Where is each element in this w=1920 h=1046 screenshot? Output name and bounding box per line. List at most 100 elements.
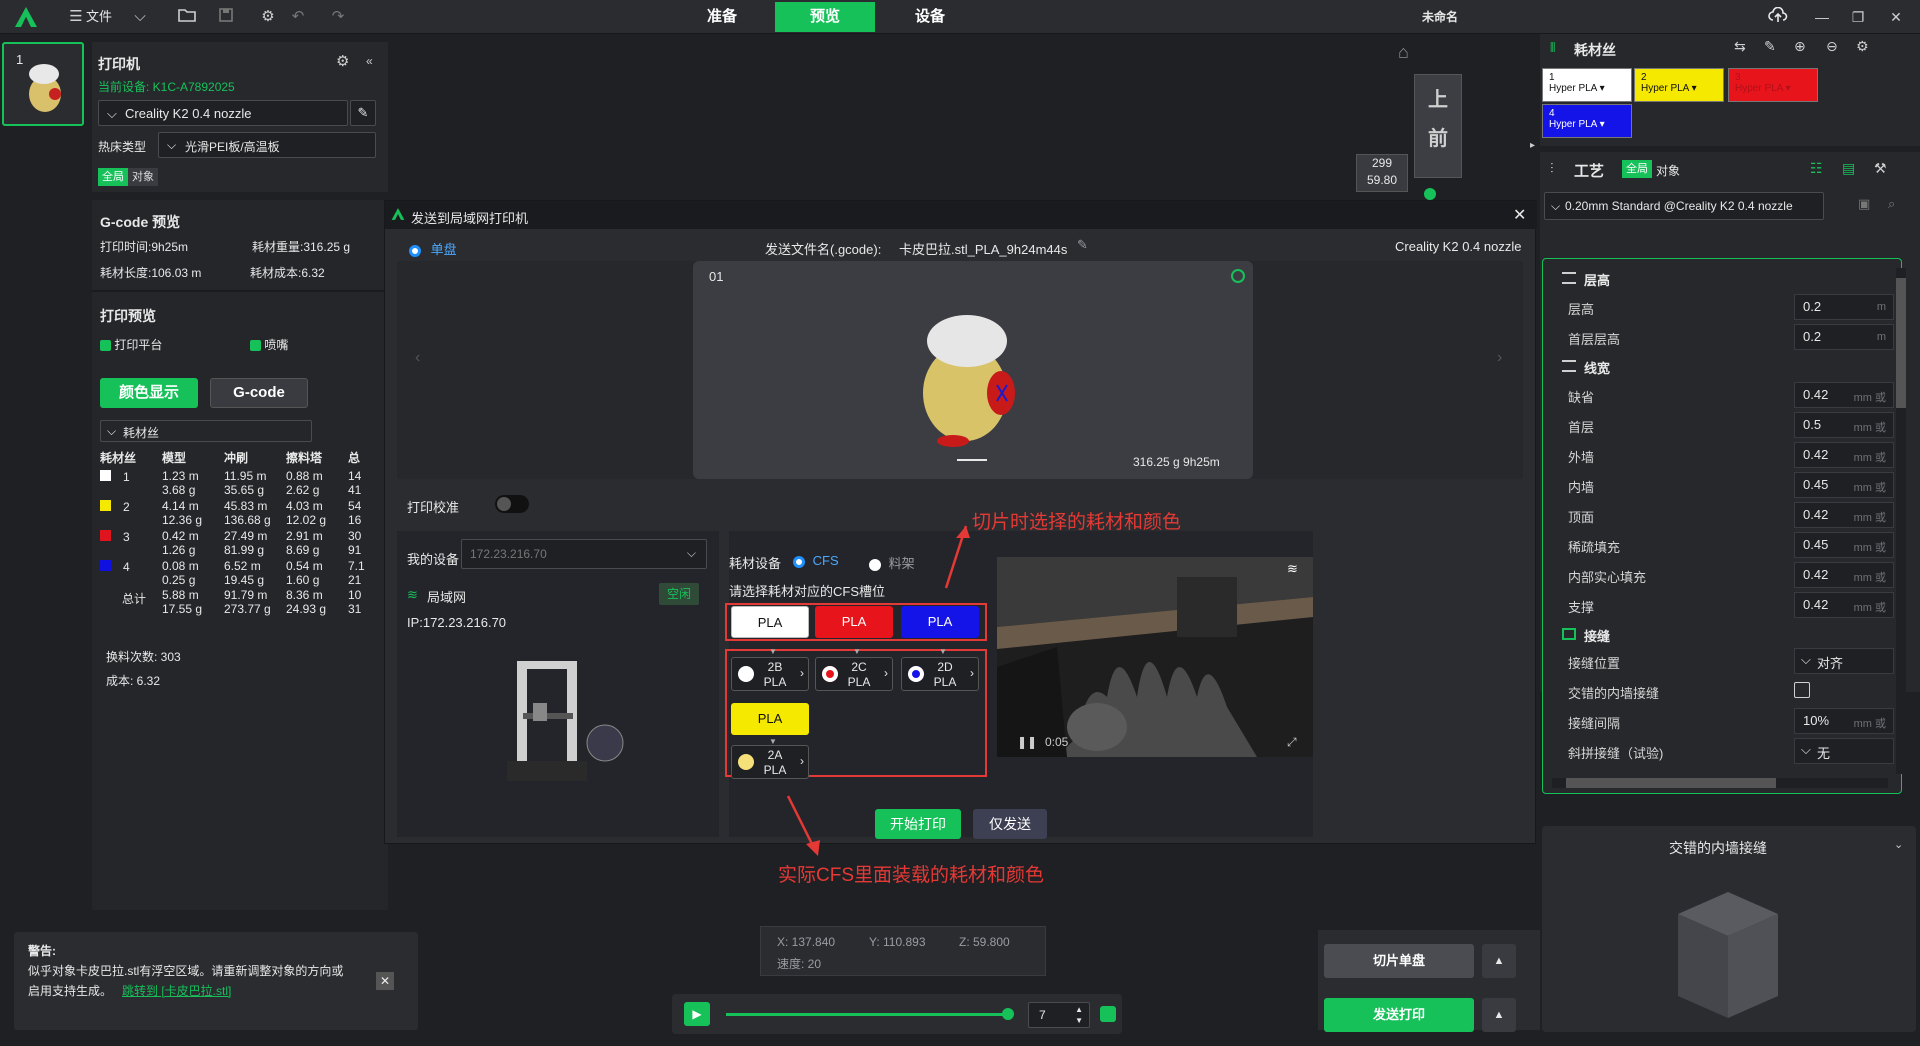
prev-plate-icon[interactable]: ‹ xyxy=(415,349,420,367)
collapse-icon[interactable]: « xyxy=(366,54,373,68)
send-options-icon[interactable]: ▲ xyxy=(1482,998,1516,1032)
camera-feed[interactable]: ❚❚ 0:05 ⤢ ≋ xyxy=(997,557,1313,757)
plate-card[interactable]: 01 316.25 g 9h25m xyxy=(693,261,1253,479)
layer-slider-handle[interactable] xyxy=(1424,188,1436,200)
add-filament-icon[interactable]: ⊕ xyxy=(1794,38,1806,55)
printer-model-select[interactable]: ⌵ Creality K2 0.4 nozzle xyxy=(98,100,348,126)
filament-settings-icon[interactable]: ⚙ xyxy=(1856,38,1869,55)
gear-icon[interactable]: ⚙ xyxy=(258,7,278,27)
setting-first-layer-height[interactable]: 首层层高 0.2 m xyxy=(1554,322,1900,352)
search-icon[interactable]: ⌕ xyxy=(1888,196,1895,212)
gcode-view-button[interactable]: G-code xyxy=(210,378,308,408)
slice-plate-button[interactable]: 切片单盘 xyxy=(1324,944,1474,978)
color-brush-icon[interactable]: ✎ xyxy=(1764,38,1776,55)
warning-close-icon[interactable]: ✕ xyxy=(376,972,394,990)
advanced-icon[interactable]: ⚒ xyxy=(1874,160,1887,177)
remove-filament-icon[interactable]: ⊖ xyxy=(1826,38,1838,55)
slice-options-icon[interactable]: ▲ xyxy=(1482,944,1516,978)
jump-to-object-link[interactable]: 跳转到 [卡皮巴拉.stl] xyxy=(122,982,231,999)
file-menu[interactable]: 文件 xyxy=(86,6,112,28)
redo-icon[interactable]: ↷ xyxy=(328,7,348,27)
sliced-filament-2[interactable]: PLA xyxy=(815,606,893,638)
setting-line-width[interactable]: 缺省 0.42 mm 或 xyxy=(1554,380,1900,410)
printer-settings-icon[interactable]: ⚙ xyxy=(336,52,349,70)
view-cube[interactable]: 上 前 xyxy=(1414,74,1462,178)
edit-printer-button[interactable]: ✎ xyxy=(350,100,376,126)
chevron-down-icon[interactable]: ▾ xyxy=(1600,83,1605,94)
calibration-toggle[interactable] xyxy=(495,495,529,513)
plate-thumbnail[interactable]: 1 xyxy=(2,42,84,126)
filament-card-4[interactable]: 4 Hyper PLA ▾ xyxy=(1542,104,1632,138)
tab-preview[interactable]: 预览 xyxy=(775,2,875,32)
process-global-tab[interactable]: 全局 xyxy=(1622,160,1652,178)
setting-line-width[interactable]: 外墙 0.42 mm 或 xyxy=(1554,440,1900,470)
chevron-down-icon[interactable]: ⌵ xyxy=(130,7,150,27)
hamburger-menu-icon[interactable]: ☰ xyxy=(66,7,86,27)
horizontal-scrollbar[interactable] xyxy=(1552,778,1888,788)
cloud-upload-icon[interactable] xyxy=(1766,6,1790,27)
rack-radio[interactable]: 料架 xyxy=(869,553,915,572)
save-icon[interactable] xyxy=(216,7,236,27)
cfs-slot-2d[interactable]: 2D PLA › xyxy=(901,657,979,691)
setting-line-width[interactable]: 顶面 0.42 mm 或 xyxy=(1554,500,1900,530)
close-icon[interactable]: ✕ xyxy=(1884,7,1908,27)
minimize-icon[interactable]: — xyxy=(1810,7,1834,27)
setting-line-width[interactable]: 首层 0.5 mm 或 xyxy=(1554,410,1900,440)
play-button[interactable]: ▶ xyxy=(684,1002,710,1026)
filament-card-2[interactable]: 2 Hyper PLA ▾ xyxy=(1634,68,1724,102)
setting-seam-gap[interactable]: 接缝间隔 10% mm 或 xyxy=(1554,706,1900,736)
setting-line-width[interactable]: 内墙 0.45 mm 或 xyxy=(1554,470,1900,500)
setting-seam-position[interactable]: 接缝位置 ⌵ 对齐 xyxy=(1554,646,1900,676)
maximize-icon[interactable]: ❐ xyxy=(1846,7,1870,27)
pause-icon[interactable]: ❚❚ xyxy=(1017,735,1037,749)
setting-line-width[interactable]: 稀疏填充 0.45 mm 或 xyxy=(1554,530,1900,560)
sliced-filament-4[interactable]: PLA xyxy=(731,703,809,735)
section-layer-height[interactable]: 层高 xyxy=(1554,264,1900,292)
tab-device[interactable]: 设备 xyxy=(880,2,980,32)
sliced-filament-3[interactable]: PLA xyxy=(901,606,979,638)
filament-view-dropdown[interactable]: ⌵ 耗材丝 xyxy=(100,420,312,442)
single-plate-radio[interactable]: 单盘 xyxy=(409,239,457,258)
color-display-button[interactable]: 颜色显示 xyxy=(100,378,198,408)
cfs-slot-2a[interactable]: 2A PLA › xyxy=(731,745,809,779)
playback-handle[interactable] xyxy=(1002,1008,1014,1020)
filament-card-3[interactable]: 3 Hyper PLA ▾ xyxy=(1728,68,1818,102)
dialog-close-icon[interactable]: ✕ xyxy=(1513,205,1526,225)
send-print-button[interactable]: 发送打印 xyxy=(1324,998,1474,1032)
section-line-width[interactable]: 线宽 xyxy=(1554,352,1900,380)
cfs-slot-2c[interactable]: 2C PLA › xyxy=(815,657,893,691)
cfs-radio[interactable]: CFS xyxy=(793,553,839,568)
staggered-seam-checkbox[interactable] xyxy=(1794,682,1810,698)
next-plate-icon[interactable]: › xyxy=(1497,349,1502,367)
chevron-down-icon[interactable]: ▾ xyxy=(1692,83,1697,94)
list-view-icon[interactable]: ☷ xyxy=(1810,160,1823,177)
platform-checkbox[interactable]: 打印平台 xyxy=(100,336,162,353)
sync-icon[interactable]: ⇆ xyxy=(1734,38,1746,55)
compare-icon[interactable]: ▤ xyxy=(1842,160,1855,177)
scope-object-tab[interactable]: 对象 xyxy=(128,168,158,186)
home-icon[interactable]: ⌂ xyxy=(1398,42,1409,63)
start-print-button[interactable]: 开始打印 xyxy=(875,809,961,839)
layer-stepper[interactable]: 7 ▲ ▼ xyxy=(1028,1002,1090,1028)
setting-line-width[interactable]: 内部实心填充 0.42 mm 或 xyxy=(1554,560,1900,590)
device-select[interactable]: 172.23.216.70 ⌵ xyxy=(461,539,707,569)
chevron-down-icon[interactable]: ▾ xyxy=(1786,83,1791,94)
viewport-3d[interactable]: ⌂ 上 前 299 59.80 xyxy=(388,34,1540,200)
fullscreen-icon[interactable]: ⤢ xyxy=(1287,735,1297,750)
setting-layer-height[interactable]: 层高 0.2 m xyxy=(1554,292,1900,322)
collapse-tip-icon[interactable]: ⌄ xyxy=(1894,838,1903,851)
process-profile-select[interactable]: ⌵ 0.20mm Standard @Creality K2 0.4 nozzl… xyxy=(1544,192,1824,220)
section-seam[interactable]: 接缝 xyxy=(1554,620,1900,648)
nozzle-checkbox[interactable]: 喷嘴 xyxy=(250,336,288,353)
undo-icon[interactable]: ↶ xyxy=(288,7,308,27)
hscroll-thumb[interactable] xyxy=(1566,778,1776,788)
stepper-arrows-icon[interactable]: ▲ ▼ xyxy=(1075,1004,1083,1026)
bed-type-select[interactable]: ⌵ 光滑PEI板/高温板 xyxy=(158,132,376,158)
tab-prepare[interactable]: 准备 xyxy=(672,2,772,32)
send-only-button[interactable]: 仅发送 xyxy=(973,809,1047,839)
process-object-tab[interactable]: 对象 xyxy=(1656,162,1680,179)
save-profile-icon[interactable]: ▣ xyxy=(1858,196,1870,212)
filename-value[interactable]: 卡皮巴拉.stl_PLA_9h24m44s xyxy=(899,239,1067,258)
expand-left-icon[interactable]: ▸ xyxy=(1530,140,1535,151)
sliced-filament-1[interactable]: PLA xyxy=(731,606,809,638)
